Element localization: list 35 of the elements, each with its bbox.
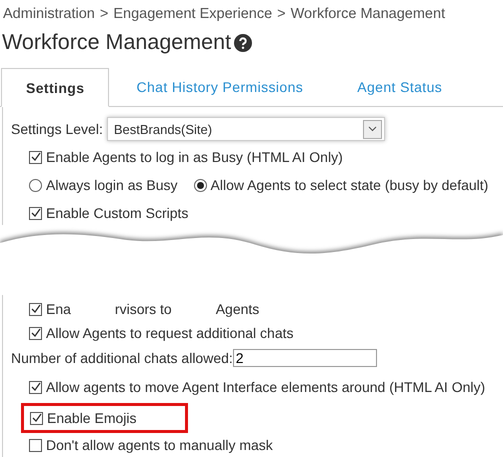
option-label: Enable Agents to log in as Busy (HTML AI Only) [46, 149, 343, 165]
breadcrumb-separator: > [277, 6, 286, 22]
caret-icon [368, 126, 377, 132]
checkbox[interactable] [29, 326, 42, 340]
help-icon[interactable] [234, 34, 252, 52]
radio-label: Always login as Busy [46, 177, 178, 193]
radio-button[interactable] [29, 178, 42, 192]
option-label: Enable Custom Scripts [46, 205, 188, 221]
tab[interactable]: Chat History Permissions [109, 68, 330, 106]
option-label: Allow Agents to request additional chats [46, 325, 294, 341]
option-label: Enable Emojis [47, 410, 136, 426]
breadcrumb-link[interactable]: Administration [3, 6, 95, 22]
input-field[interactable]: 2 [232, 349, 377, 367]
breadcrumb-separator: > [100, 6, 108, 22]
settings-level-dropdown[interactable]: BestBrands(Site) [106, 117, 385, 141]
checkbox[interactable] [29, 438, 42, 452]
radio-label: Allow Agents to select state (busy by default) [210, 177, 488, 193]
breadcrumb-link[interactable]: Engagement Experience [113, 6, 272, 22]
checkbox[interactable] [29, 302, 42, 316]
field-label: Number of additional chats allowed: [11, 350, 233, 366]
option-label: rvisors to [114, 301, 172, 317]
checkbox[interactable] [29, 380, 42, 394]
option-label: Agents [216, 301, 260, 317]
checkbox[interactable] [30, 412, 43, 424]
checkbox[interactable] [29, 150, 42, 164]
tab[interactable]: Agent Status [330, 68, 470, 106]
option-label: Allow agents to move Agent Interface elements around (HTML AI Only) [46, 379, 486, 395]
checkbox[interactable] [29, 206, 42, 220]
option-label: Ena [46, 301, 71, 317]
breadcrumb-link[interactable]: Workforce Management [290, 6, 446, 22]
settings-level-label: Settings Level: [11, 121, 103, 137]
option-label: Don't allow agents to manually mask [46, 437, 273, 453]
radio-button[interactable] [194, 178, 207, 192]
page-title: Workforce Management [2, 30, 232, 55]
tab[interactable]: Settings [1, 68, 110, 107]
